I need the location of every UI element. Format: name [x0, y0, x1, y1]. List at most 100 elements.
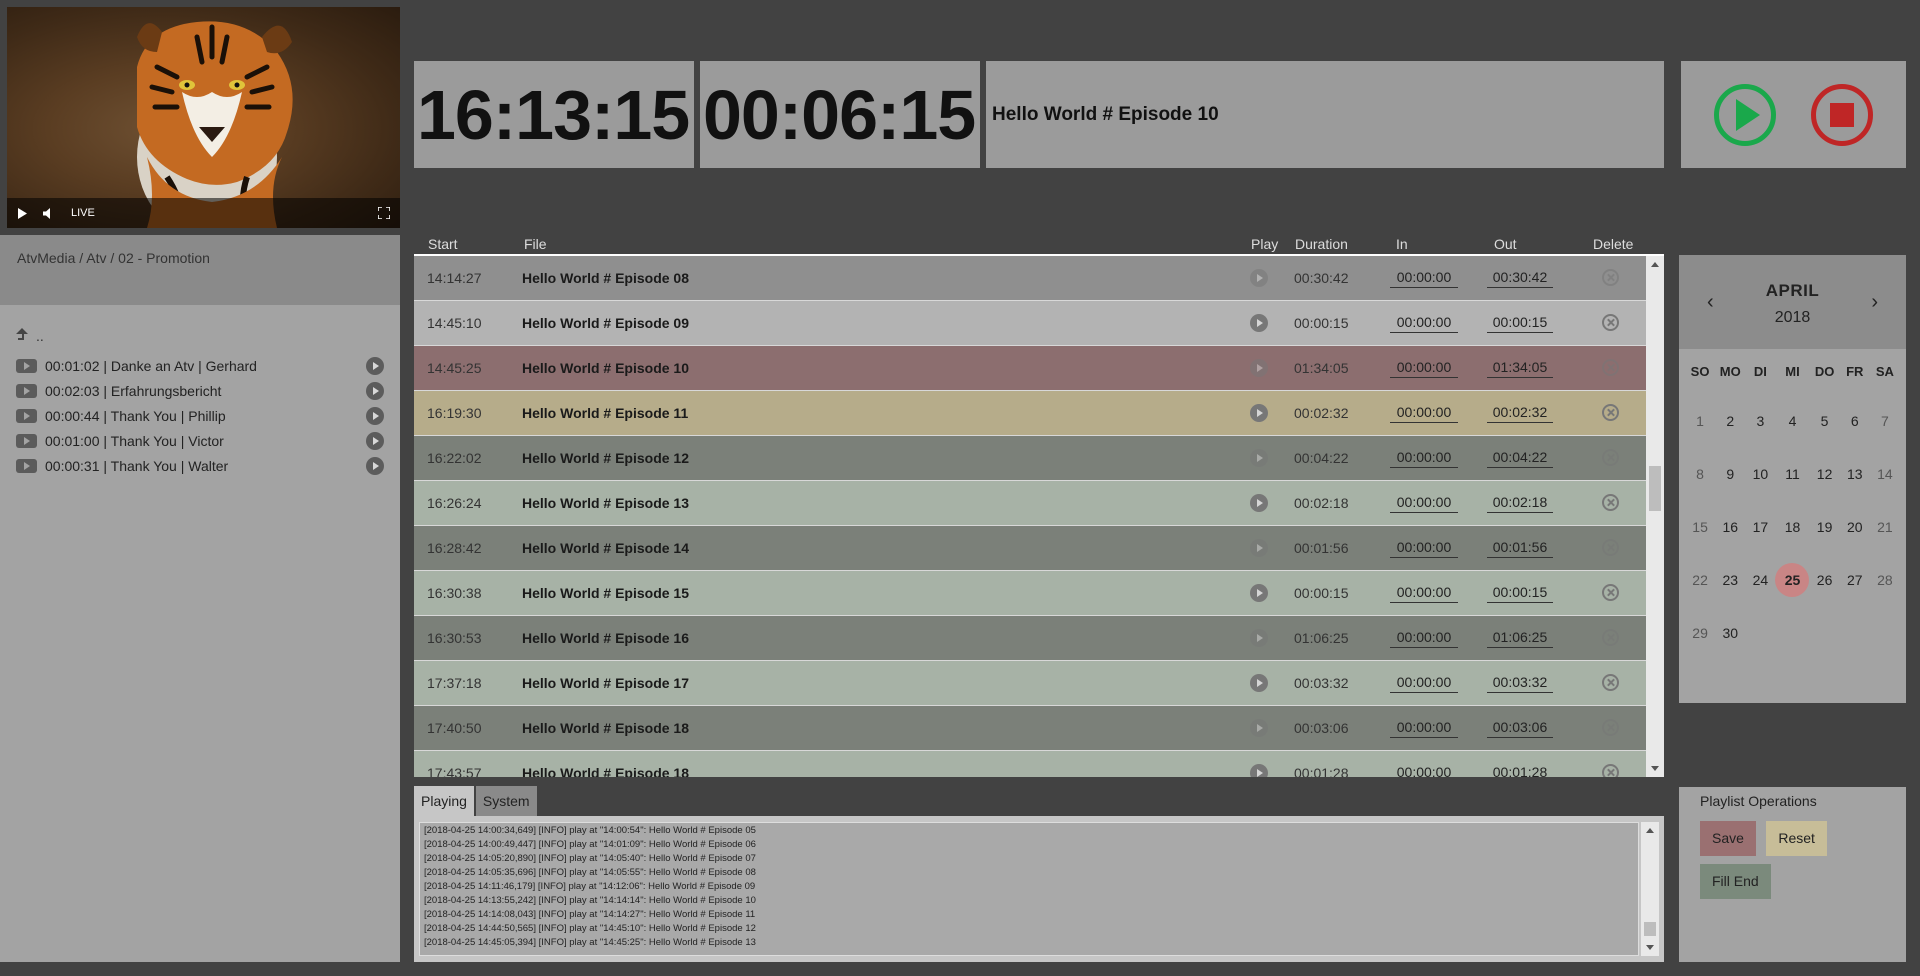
calendar-day[interactable]: 6: [1840, 395, 1870, 448]
playlist-row[interactable]: 16:22:02 Hello World # Episode 12 00:04:22…: [414, 436, 1646, 481]
log-scrollbar[interactable]: [1641, 822, 1659, 956]
delete-icon[interactable]: [1602, 719, 1619, 736]
playlist-row[interactable]: 14:14:27 Hello World # Episode 08 00:30:42…: [414, 256, 1646, 301]
calendar-day[interactable]: 13: [1840, 448, 1870, 501]
calendar-day[interactable]: 7: [1870, 395, 1900, 448]
row-in-field[interactable]: 00:00:00: [1390, 404, 1458, 423]
calendar-day[interactable]: 9: [1715, 448, 1745, 501]
row-play-icon[interactable]: [1250, 584, 1268, 602]
row-out-field[interactable]: 00:01:56: [1487, 539, 1553, 558]
calendar-day[interactable]: 29: [1685, 607, 1715, 660]
row-in-field[interactable]: 00:00:00: [1390, 584, 1458, 603]
save-button[interactable]: Save: [1700, 821, 1756, 856]
calendar-day[interactable]: 17: [1745, 501, 1775, 554]
scroll-up-icon[interactable]: [1651, 262, 1659, 267]
row-in-field[interactable]: 00:00:00: [1390, 314, 1458, 333]
row-out-field[interactable]: 00:30:42: [1487, 269, 1553, 288]
delete-icon[interactable]: [1602, 674, 1619, 691]
playlist-row[interactable]: 17:40:50 Hello World # Episode 18 00:03:06…: [414, 706, 1646, 751]
row-play-icon[interactable]: [1250, 494, 1268, 512]
delete-icon[interactable]: [1602, 539, 1619, 556]
row-out-field[interactable]: 00:00:15: [1487, 584, 1553, 603]
row-play-icon[interactable]: [1250, 359, 1268, 377]
playlist-row[interactable]: 16:30:38 Hello World # Episode 15 00:00:15…: [414, 571, 1646, 616]
playlist-row[interactable]: 17:37:18 Hello World # Episode 17 00:03:32…: [414, 661, 1646, 706]
delete-icon[interactable]: [1602, 584, 1619, 601]
delete-icon[interactable]: [1602, 359, 1619, 376]
folder-up-item[interactable]: ..: [16, 325, 384, 347]
delete-icon[interactable]: [1602, 314, 1619, 331]
calendar-prev-button[interactable]: ‹: [1707, 291, 1714, 314]
delete-icon[interactable]: [1602, 764, 1619, 777]
play-button[interactable]: [1713, 83, 1776, 146]
scroll-up-icon[interactable]: [1646, 828, 1654, 833]
row-out-field[interactable]: 00:02:32: [1487, 404, 1553, 423]
playlist-row[interactable]: 16:30:53 Hello World # Episode 16 01:06:25…: [414, 616, 1646, 661]
row-out-field[interactable]: 01:06:25: [1487, 629, 1553, 648]
row-in-field[interactable]: 00:00:00: [1390, 674, 1458, 693]
scroll-down-icon[interactable]: [1646, 945, 1654, 950]
playlist-row[interactable]: 16:19:30 Hello World # Episode 11 00:02:32…: [414, 391, 1646, 436]
volume-icon[interactable]: [43, 207, 55, 219]
calendar-day[interactable]: 28: [1870, 554, 1900, 607]
row-in-field[interactable]: 00:00:00: [1390, 719, 1458, 738]
row-out-field[interactable]: 01:34:05: [1487, 359, 1553, 378]
reset-button[interactable]: Reset: [1766, 821, 1827, 856]
scroll-thumb[interactable]: [1644, 922, 1656, 936]
add-to-playlist-icon[interactable]: [366, 456, 384, 475]
row-play-icon[interactable]: [1250, 764, 1268, 777]
calendar-day[interactable]: 25: [1775, 554, 1810, 607]
playlist-row[interactable]: 17:43:57 Hello World # Episode 18 00:01:28…: [414, 751, 1646, 777]
delete-icon[interactable]: [1602, 449, 1619, 466]
calendar-day[interactable]: 24: [1745, 554, 1775, 607]
file-item[interactable]: 00:00:31 | Thank You | Walter: [16, 453, 384, 478]
calendar-next-button[interactable]: ›: [1871, 291, 1878, 314]
row-play-icon[interactable]: [1250, 314, 1268, 332]
row-play-icon[interactable]: [1250, 719, 1268, 737]
playlist-row[interactable]: 14:45:25 Hello World # Episode 10 01:34:05…: [414, 346, 1646, 391]
calendar-day[interactable]: 19: [1809, 501, 1839, 554]
file-item[interactable]: 00:01:00 | Thank You | Victor: [16, 428, 384, 453]
delete-icon[interactable]: [1602, 629, 1619, 646]
delete-icon[interactable]: [1602, 269, 1619, 286]
tab-system[interactable]: System: [475, 786, 537, 816]
row-play-icon[interactable]: [1250, 674, 1268, 692]
row-out-field[interactable]: 00:04:22: [1487, 449, 1553, 468]
row-play-icon[interactable]: [1250, 539, 1268, 557]
row-out-field[interactable]: 00:01:28: [1487, 764, 1553, 777]
add-to-playlist-icon[interactable]: [366, 356, 384, 375]
row-out-field[interactable]: 00:00:15: [1487, 314, 1553, 333]
playlist-scrollbar[interactable]: [1646, 256, 1664, 777]
row-in-field[interactable]: 00:00:00: [1390, 629, 1458, 648]
row-in-field[interactable]: 00:00:00: [1390, 359, 1458, 378]
play-icon[interactable]: [17, 207, 27, 219]
add-to-playlist-icon[interactable]: [366, 381, 384, 400]
row-play-icon[interactable]: [1250, 629, 1268, 647]
calendar-day[interactable]: 30: [1715, 607, 1745, 660]
calendar-day[interactable]: 11: [1775, 448, 1809, 501]
breadcrumb[interactable]: AtvMedia / Atv / 02 - Promotion: [0, 235, 400, 305]
scroll-down-icon[interactable]: [1651, 766, 1659, 771]
add-to-playlist-icon[interactable]: [366, 431, 384, 450]
calendar-day[interactable]: 3: [1745, 395, 1775, 448]
row-play-icon[interactable]: [1250, 449, 1268, 467]
add-to-playlist-icon[interactable]: [366, 406, 384, 425]
file-item[interactable]: 00:02:03 | Erfahrungsbericht: [16, 378, 384, 403]
calendar-day[interactable]: 8: [1685, 448, 1715, 501]
stop-button[interactable]: [1811, 83, 1874, 146]
calendar-day[interactable]: 1: [1685, 395, 1715, 448]
row-in-field[interactable]: 00:00:00: [1390, 539, 1458, 558]
row-out-field[interactable]: 00:02:18: [1487, 494, 1553, 513]
calendar-day[interactable]: 15: [1685, 501, 1715, 554]
fullscreen-icon[interactable]: [378, 207, 390, 219]
calendar-day[interactable]: 5: [1809, 395, 1839, 448]
file-item[interactable]: 00:01:02 | Danke an Atv | Gerhard: [16, 353, 384, 378]
calendar-day[interactable]: 21: [1870, 501, 1900, 554]
calendar-day[interactable]: 2: [1715, 395, 1745, 448]
row-in-field[interactable]: 00:00:00: [1390, 269, 1458, 288]
tab-playing[interactable]: Playing: [414, 786, 474, 816]
calendar-day[interactable]: 10: [1745, 448, 1775, 501]
calendar-day[interactable]: 27: [1840, 554, 1870, 607]
row-play-icon[interactable]: [1250, 269, 1268, 287]
row-in-field[interactable]: 00:00:00: [1390, 449, 1458, 468]
